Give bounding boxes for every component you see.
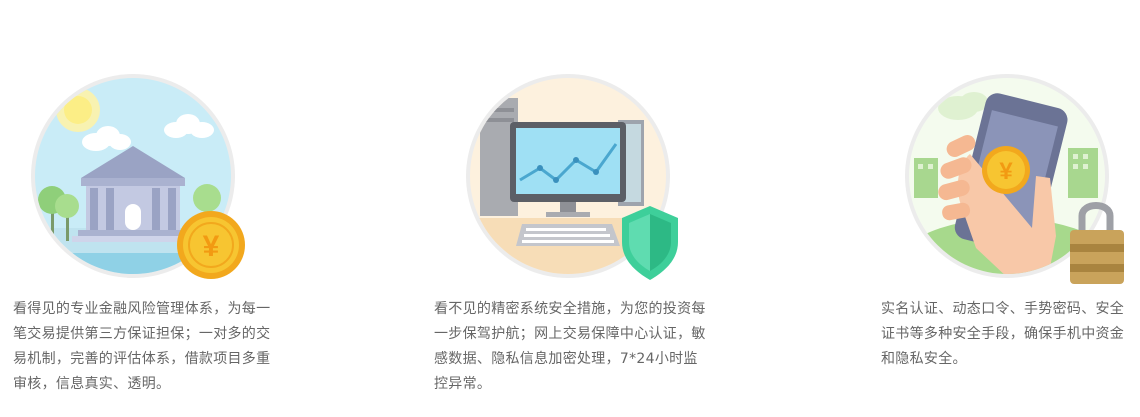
feature-system-security-description: 看不见的精密系统安全措施，为您的投资每一步保驾护航；网上交易保障中心认证，敏感数… [434, 301, 706, 392]
phone-lock-icon: ¥ [898, 68, 1130, 288]
yuan-coin-icon: ¥ [177, 211, 245, 279]
computer-shield-icon [460, 68, 682, 286]
yuan-coin-icon: ¥ [982, 146, 1030, 194]
svg-text:¥: ¥ [999, 158, 1013, 185]
bank-building-icon: ¥ [26, 68, 248, 286]
svg-text:¥: ¥ [203, 230, 220, 263]
shield-icon [622, 206, 678, 280]
feature-mobile-security-description: 实名认证、动态口令、手势密码、安全证书等多种安全手段，确保手机中资金和隐私安全。 [881, 301, 1125, 367]
feature-bank-description: 看得见的专业金融风险管理体系，为每一笔交易提供第三方保证担保；一对多的交易机制，… [13, 301, 271, 392]
